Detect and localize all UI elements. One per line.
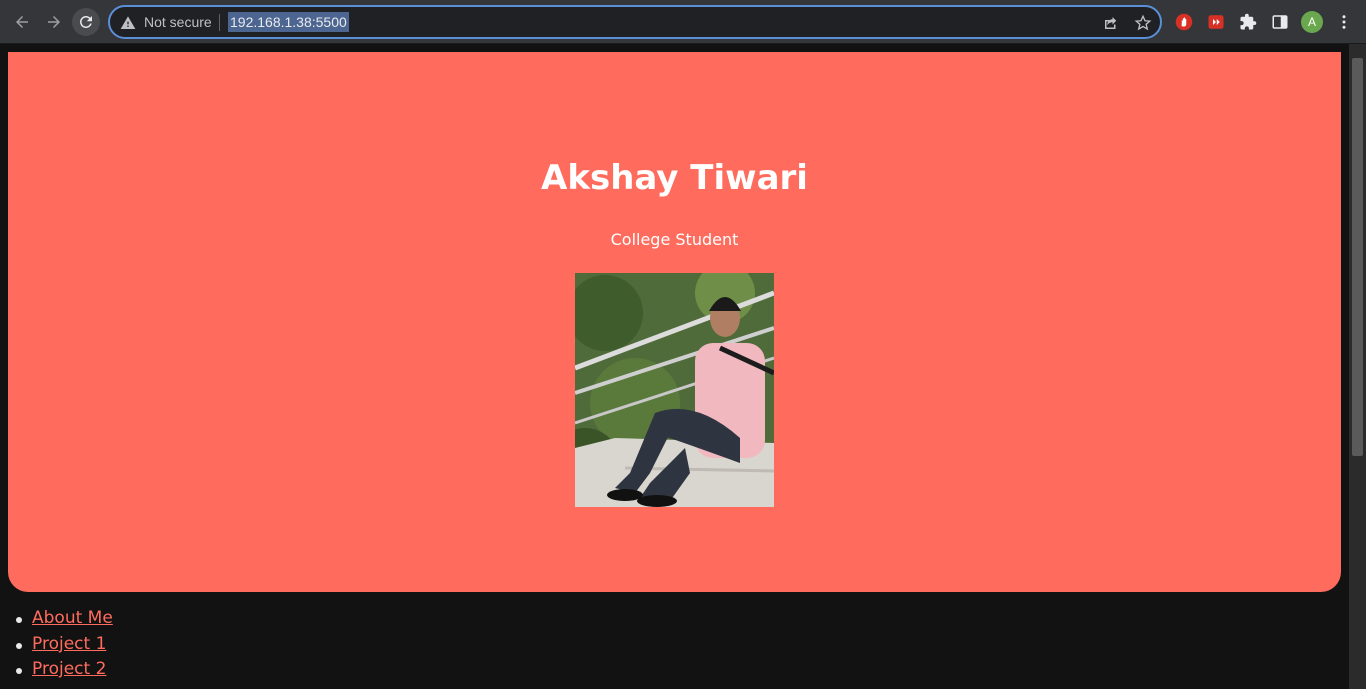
project-2-link[interactable]: Project 2 xyxy=(32,659,106,679)
list-item: Project 1 xyxy=(16,634,113,660)
security-label[interactable]: Not secure xyxy=(144,14,212,30)
reload-icon xyxy=(79,15,92,28)
page-title: Akshay Tiwari xyxy=(541,158,808,198)
profile-photo xyxy=(575,273,774,507)
nav-links-list: About Me Project 1 Project 2 xyxy=(16,608,113,685)
side-panel-icon[interactable] xyxy=(1270,12,1290,32)
page-subtitle: College Student xyxy=(610,230,739,249)
profile-avatar[interactable]: A xyxy=(1301,11,1323,33)
back-arrow-icon xyxy=(16,16,28,28)
back-button[interactable] xyxy=(8,8,36,36)
omnibox-divider xyxy=(219,14,220,31)
kebab-menu-icon[interactable] xyxy=(1334,12,1354,32)
project-1-link[interactable]: Project 1 xyxy=(32,634,106,654)
video-extension-icon[interactable] xyxy=(1206,12,1226,32)
list-item: About Me xyxy=(16,608,113,634)
url-text[interactable]: 192.168.1.38:5500 xyxy=(228,12,349,32)
hero-section: Akshay Tiwari College Student xyxy=(8,52,1341,592)
vertical-scrollbar[interactable] xyxy=(1349,44,1366,689)
warning-triangle-icon xyxy=(120,16,136,29)
about-me-link[interactable]: About Me xyxy=(32,608,113,628)
forward-arrow-icon xyxy=(48,16,60,28)
page-viewport: Akshay Tiwari College Student About Me P… xyxy=(0,44,1366,689)
address-bar[interactable]: Not secure 192.168.1.38:5500 xyxy=(108,5,1162,39)
portfolio-page: Akshay Tiwari College Student About Me P… xyxy=(8,52,1341,689)
list-item: Project 2 xyxy=(16,659,113,685)
star-icon[interactable] xyxy=(1134,14,1152,32)
puzzle-extension-icon[interactable] xyxy=(1238,12,1258,32)
browser-toolbar: Not secure 192.168.1.38:5500 A xyxy=(0,0,1366,44)
share-icon[interactable] xyxy=(1102,14,1120,32)
forward-button[interactable] xyxy=(40,8,68,36)
hand-stop-extension-icon[interactable] xyxy=(1174,12,1194,32)
scrollbar-thumb[interactable] xyxy=(1352,58,1363,456)
reload-button[interactable] xyxy=(72,8,100,36)
